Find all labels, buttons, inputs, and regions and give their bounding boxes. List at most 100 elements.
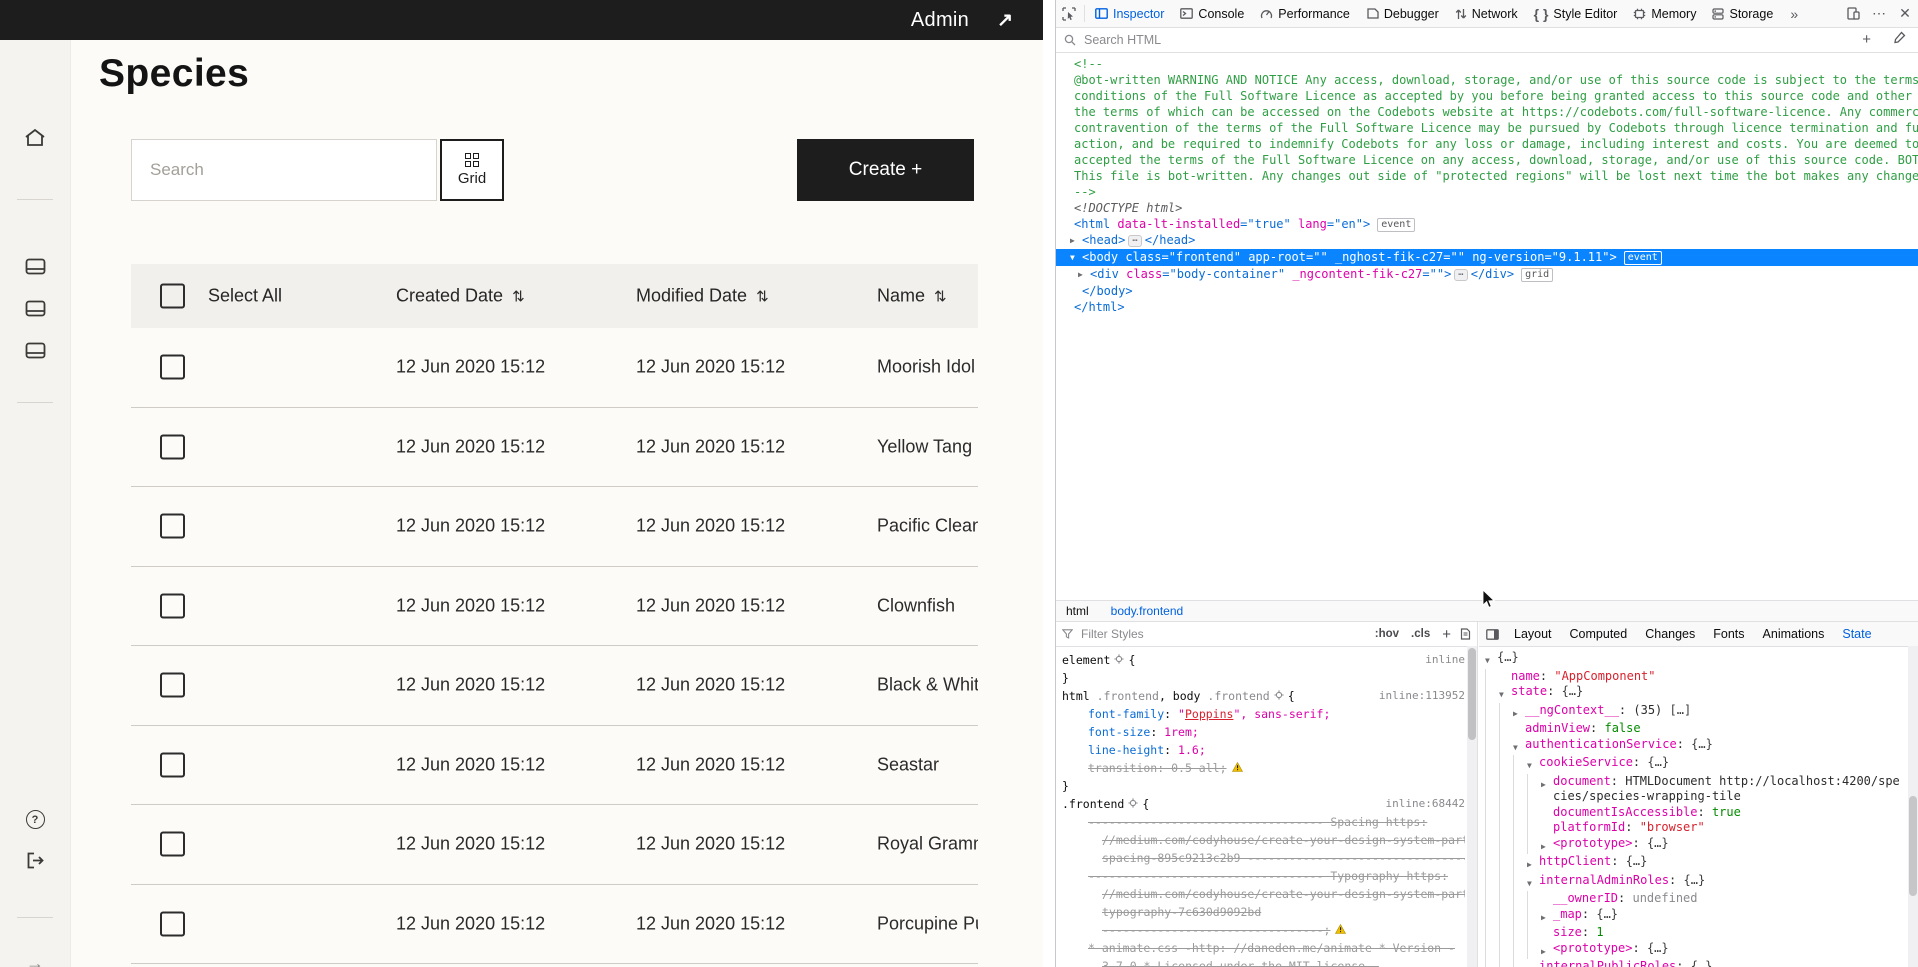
expand-arrow[interactable]: ▼ — [1499, 684, 1511, 703]
pick-element-icon[interactable] — [1056, 0, 1082, 27]
add-rule-button[interactable]: + — [1439, 626, 1454, 643]
state-row[interactable]: size: 1 — [1485, 925, 1906, 941]
row-checkbox[interactable] — [160, 752, 185, 778]
class-toggle[interactable]: .cls — [1408, 628, 1433, 640]
expand-arrow[interactable]: ▼ — [1527, 755, 1539, 774]
search-html-input[interactable] — [1082, 31, 1849, 48]
collapsed-ellipsis-badge[interactable]: ⋯ — [1454, 269, 1468, 281]
tab-state[interactable]: State — [1833, 627, 1880, 641]
stylesheet-source-link[interactable]: inline:113952 — [1379, 687, 1465, 705]
tab-layout[interactable]: Layout — [1505, 627, 1561, 641]
collapsed-ellipsis-badge[interactable]: ⋯ — [1128, 235, 1142, 247]
state-row[interactable]: ▶ httpClient: {…} — [1485, 854, 1906, 873]
markup-line[interactable]: conditions of the Full Software Licence … — [1056, 88, 1918, 104]
state-row[interactable]: __ownerID: undefined — [1485, 891, 1906, 907]
pseudo-class-toggle[interactable]: :hov — [1372, 628, 1402, 640]
expand-arrow[interactable]: ▼ — [1527, 873, 1539, 892]
table-row[interactable]: 12 Jun 2020 15:12 12 Jun 2020 15:12 Clownf… — [131, 567, 978, 646]
tab-changes[interactable]: Changes — [1636, 627, 1704, 641]
markup-line[interactable]: <html data-lt-installed="true" lang="en"… — [1056, 216, 1918, 232]
eyedropper-icon[interactable] — [1885, 31, 1910, 48]
expand-arrow[interactable]: ▶ — [1541, 836, 1553, 855]
select-all-checkbox[interactable] — [160, 283, 185, 309]
expand-arrow[interactable]: ▼ — [1513, 737, 1525, 756]
tab-performance[interactable]: Performance — [1252, 0, 1358, 27]
table-row[interactable]: 12 Jun 2020 15:12 12 Jun 2020 15:12 Royal … — [131, 805, 978, 885]
logout-icon[interactable] — [0, 852, 70, 869]
state-row[interactable]: ▶ _map: {…} — [1485, 906, 1906, 926]
markup-line[interactable]: This file is bot-written. Any changes ou… — [1056, 168, 1918, 184]
grid-badge[interactable]: grid — [1521, 268, 1554, 282]
markup-line[interactable]: --> — [1056, 184, 1918, 200]
row-checkbox[interactable] — [160, 354, 185, 380]
row-checkbox[interactable] — [160, 513, 185, 539]
expand-sidebar-icon[interactable]: → — [0, 953, 70, 967]
tab-fonts[interactable]: Fonts — [1704, 627, 1753, 641]
row-checkbox[interactable] — [160, 672, 185, 698]
tab-style-editor[interactable]: { } Style Editor — [1526, 0, 1626, 27]
sort-icon[interactable]: ⇅ — [512, 289, 525, 306]
tab-console[interactable]: Console — [1172, 0, 1252, 27]
stylesheet-source-link[interactable]: inline — [1425, 651, 1465, 669]
breadcrumb-item-html[interactable]: html — [1066, 604, 1089, 618]
more-tools-chevron-icon[interactable]: » — [1781, 0, 1807, 27]
tab-inspector[interactable]: Inspector — [1087, 0, 1172, 27]
filter-styles-input[interactable] — [1079, 626, 1366, 642]
markup-line[interactable]: the terms of which can be accessed on th… — [1056, 104, 1918, 120]
state-row[interactable]: ▶ <prototype>: {…} — [1485, 940, 1906, 959]
event-badge[interactable]: event — [1623, 251, 1662, 265]
state-row[interactable]: ▶ __ngContext__: (35) […] — [1485, 702, 1906, 722]
stylesheet-source-link[interactable]: inline:68442 — [1386, 795, 1465, 813]
expand-arrow[interactable]: ▶ — [1541, 907, 1553, 926]
external-link-icon[interactable]: ↗ — [997, 11, 1013, 30]
markup-line[interactable]: </body> — [1056, 283, 1918, 299]
sort-icon[interactable]: ⇅ — [934, 289, 947, 306]
create-button[interactable]: Create + — [797, 139, 974, 201]
state-row[interactable]: ▼ {…} — [1485, 650, 1906, 669]
event-badge[interactable]: event — [1377, 218, 1416, 232]
table-row[interactable]: 12 Jun 2020 15:12 12 Jun 2020 15:12 Black … — [131, 646, 978, 726]
devtools-close-icon[interactable]: ✕ — [1892, 0, 1918, 27]
table-row[interactable]: 12 Jun 2020 15:12 12 Jun 2020 15:12 Mooris… — [131, 328, 978, 408]
markup-line[interactable]: <!-- — [1056, 56, 1918, 72]
row-checkbox[interactable] — [160, 434, 185, 460]
state-row[interactable]: ▼ cookieService: {…} — [1485, 755, 1906, 774]
state-row[interactable]: ▼ internalAdminRoles: {…} — [1485, 872, 1906, 892]
help-icon[interactable]: ? — [0, 810, 70, 829]
state-row[interactable]: ▶ <prototype>: {…} — [1485, 835, 1906, 855]
book-icon[interactable] — [0, 300, 70, 317]
book-icon[interactable] — [0, 258, 70, 275]
css-declaration[interactable]: font-size: 1rem; — [1062, 723, 1465, 741]
markup-line[interactable]: @bot-written WARNING AND NOTICE Any acce… — [1056, 72, 1918, 88]
sidebar-toggle-icon[interactable] — [1479, 628, 1505, 640]
markup-line[interactable]: contravention of the terms of the Full S… — [1056, 120, 1918, 136]
markup-line[interactable]: accepted the terms of the Full Software … — [1056, 152, 1918, 168]
table-row[interactable]: 12 Jun 2020 15:12 12 Jun 2020 15:12 Porcup… — [131, 885, 978, 964]
markup-line[interactable]: </html> — [1056, 299, 1918, 315]
breadcrumb-item-body[interactable]: body.frontend — [1111, 604, 1184, 618]
expand-arrow[interactable]: ▼ — [1070, 250, 1082, 266]
devtools-menu-icon[interactable]: ⋯ — [1866, 0, 1892, 27]
css-declaration[interactable]: line-height: 1.6; — [1062, 741, 1465, 759]
expand-arrow[interactable]: ▶ — [1527, 854, 1539, 873]
settings-icon[interactable] — [1110, 651, 1128, 669]
markup-line[interactable]: ▶ <head> ⋯ </head> — [1056, 232, 1918, 249]
state-row[interactable]: documentIsAccessible: true — [1485, 804, 1906, 820]
rules-scrollbar[interactable] — [1467, 646, 1477, 967]
row-checkbox[interactable] — [160, 911, 185, 937]
search-input[interactable] — [132, 140, 472, 200]
tab-debugger[interactable]: Debugger — [1358, 0, 1447, 27]
state-row[interactable]: platformId: "browser" — [1485, 820, 1906, 836]
expand-arrow[interactable]: ▶ — [1527, 959, 1539, 967]
css-declaration[interactable]: transition: 0.5 all; — [1062, 759, 1465, 777]
expand-arrow[interactable]: ▶ — [1070, 233, 1082, 249]
expand-arrow[interactable]: ▶ — [1513, 703, 1525, 722]
expand-arrow[interactable]: ▶ — [1541, 774, 1553, 793]
state-row[interactable]: adminView: false — [1485, 721, 1906, 737]
responsive-design-icon[interactable] — [1840, 0, 1866, 27]
tab-storage[interactable]: Storage — [1704, 0, 1781, 27]
table-row[interactable]: 12 Jun 2020 15:12 12 Jun 2020 15:12 Pacifi… — [131, 487, 978, 567]
settings-icon[interactable] — [1124, 795, 1142, 813]
grid-view-button[interactable]: Grid — [440, 139, 504, 201]
markup-line[interactable]: ▼ <body class="frontend" app-root="" _ngh… — [1056, 249, 1918, 266]
